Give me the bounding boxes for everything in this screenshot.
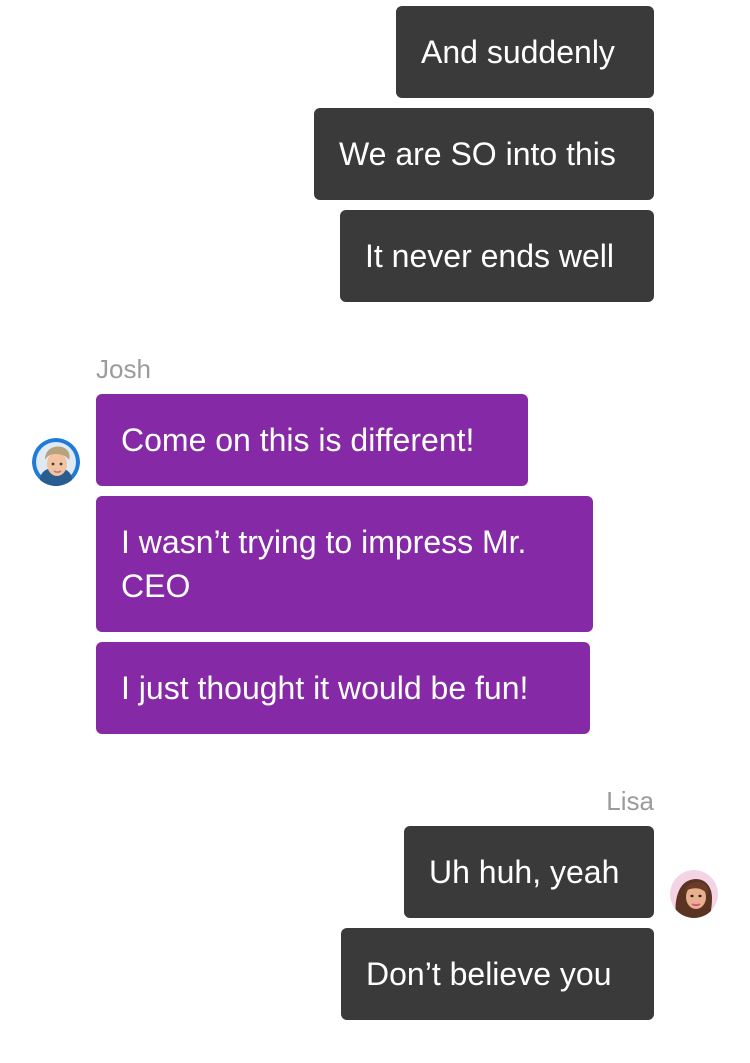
message-bubble[interactable]: Uh huh, yeah — [404, 826, 654, 918]
message-bubble[interactable]: And suddenly — [396, 6, 654, 98]
lisa-avatar-icon[interactable] — [670, 870, 718, 918]
message-bubble[interactable]: It never ends well — [340, 210, 654, 302]
message-bubble[interactable]: I just thought it would be fun! — [96, 642, 590, 734]
sender-name-lisa: Lisa — [606, 786, 654, 816]
message-bubble[interactable]: We are SO into this — [314, 108, 654, 200]
message-bubble[interactable]: Come on this is different! — [96, 394, 528, 486]
message-bubble[interactable]: Don’t believe you — [341, 928, 654, 1020]
sender-name-josh: Josh — [96, 354, 151, 384]
message-bubble[interactable]: I wasn’t trying to impress Mr. CEO — [96, 496, 593, 632]
josh-avatar-icon[interactable] — [32, 438, 80, 486]
